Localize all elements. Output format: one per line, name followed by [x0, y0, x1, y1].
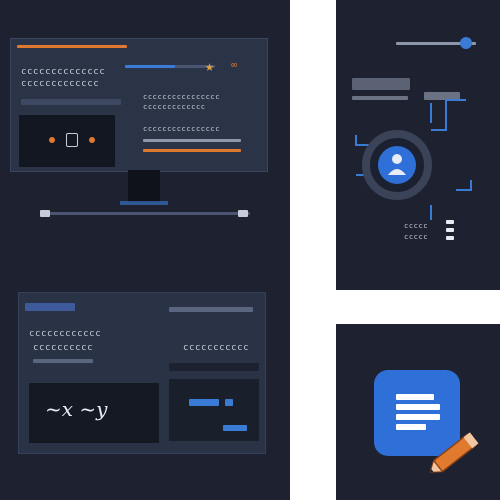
label-bar-left [352, 78, 410, 90]
link-icon[interactable]: ∞ [231, 60, 237, 71]
mini-preview-box[interactable] [169, 379, 259, 441]
header-line-1: cccccccccccccc [21, 67, 106, 77]
slider-right-handle[interactable] [238, 210, 248, 217]
status-row-2: ccccc [404, 233, 429, 241]
preview-blue-dot [225, 399, 233, 406]
record-dot-icon [89, 137, 95, 143]
status-indicator-1 [446, 220, 454, 224]
card-divider [33, 359, 93, 363]
user-icon[interactable] [378, 146, 416, 184]
header-underline [21, 99, 121, 105]
top-slider-fill [125, 65, 175, 68]
pencil-icon[interactable] [422, 420, 492, 480]
bottom-card: cccccccccccc cccccccccc ccccccccccc ~x ~… [18, 292, 266, 454]
preview-blue-block [189, 399, 219, 406]
monitor-base [120, 201, 168, 205]
info-line-3: cccccccccccccccc [143, 125, 221, 133]
info-line-1: cccccccccccccccc [143, 93, 221, 101]
camera-icon [66, 133, 78, 147]
card-right-line: ccccccccccc [183, 343, 250, 353]
monitor-screen: cccccccccccccc ccccccccccccc ★ ∞ ccccccc… [10, 38, 268, 172]
monitor-stand [128, 170, 160, 202]
monitor-bottom-slider[interactable] [40, 212, 250, 215]
header-line-2: ccccccccccccc [21, 79, 100, 89]
status-row-1: ccccc [404, 222, 429, 230]
progress-bar-orange [143, 149, 241, 152]
star-icon[interactable]: ★ [205, 57, 214, 75]
status-indicator-3 [446, 236, 454, 240]
doc-line-1 [396, 394, 434, 400]
preview-blue-footer [223, 425, 247, 431]
card-mid-bar [169, 363, 259, 371]
status-indicator-2 [446, 228, 454, 232]
card-header-tag [25, 303, 75, 311]
card-row-1: cccccccccccc [29, 329, 102, 339]
right-bottom-panel [336, 324, 500, 500]
title-accent-bar [17, 45, 127, 48]
left-panel: cccccccccccccc ccccccccccccc ★ ∞ ccccccc… [0, 0, 290, 500]
right-top-panel: ccccc ccccc [336, 0, 500, 290]
signature-area[interactable]: ~x ~y [29, 383, 159, 443]
network-diagram [355, 99, 472, 220]
progress-bar-light [143, 139, 241, 142]
slider-left-handle[interactable] [40, 210, 50, 217]
card-top-right-bar [169, 307, 253, 312]
card-row-2: cccccccccc [33, 343, 94, 353]
camera-tile[interactable] [19, 115, 115, 167]
toggle-knob[interactable] [460, 37, 472, 49]
record-dot-icon [49, 137, 55, 143]
doc-line-2 [396, 404, 440, 410]
scribble-text: ~x ~y [45, 397, 108, 421]
info-line-2: ccccccccccccc [143, 103, 206, 111]
